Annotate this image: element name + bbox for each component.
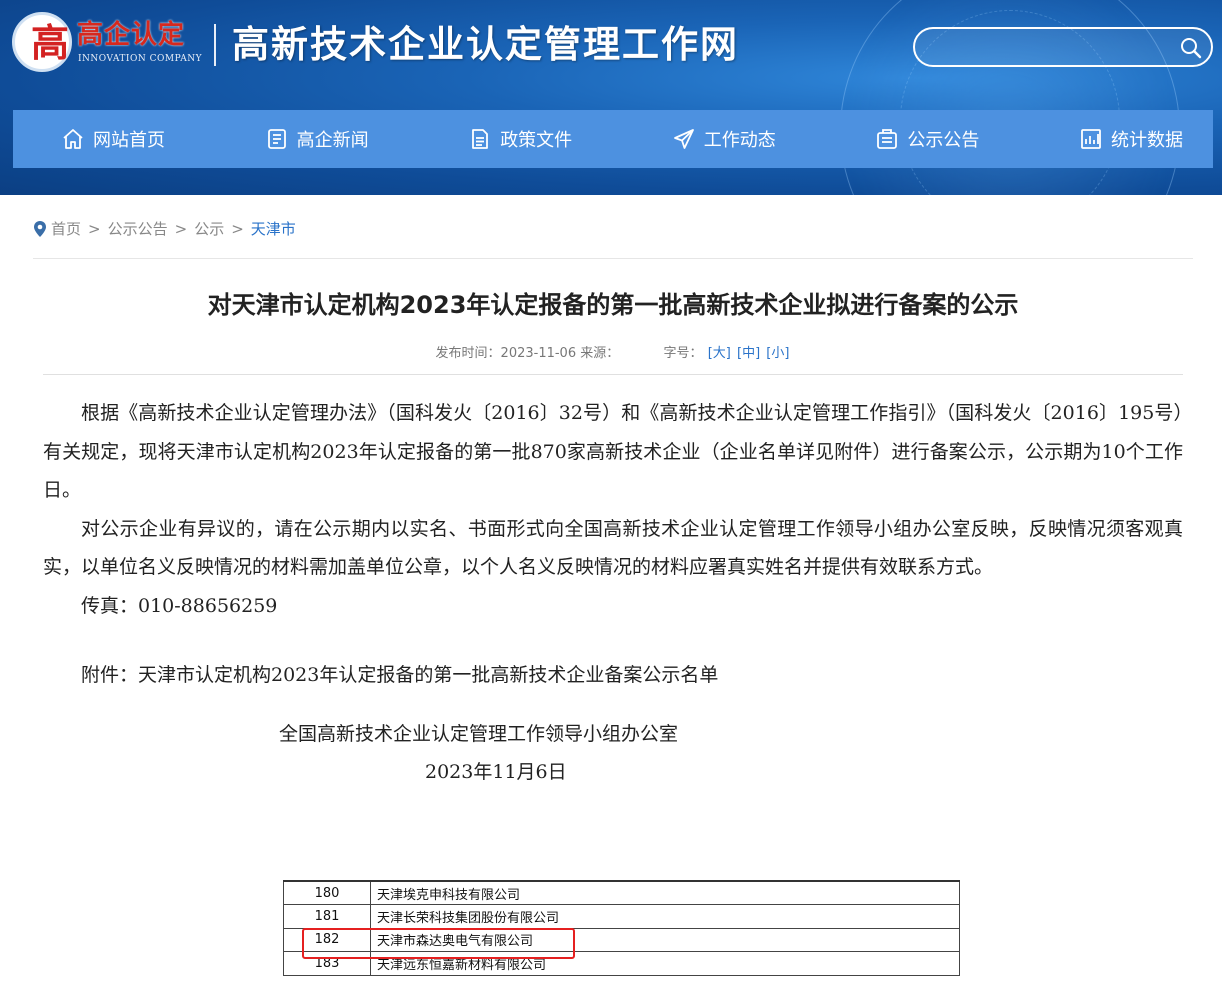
- source-label: 来源：: [580, 346, 620, 361]
- breadcrumb-home[interactable]: 首页: [51, 218, 81, 239]
- table-row: 180 天津埃克申科技有限公司: [283, 880, 960, 905]
- nav-item-work-updates[interactable]: 工作动态: [672, 110, 776, 168]
- logo-divider: [214, 24, 216, 66]
- signature-date: 2023年11月6日: [425, 761, 567, 783]
- breadcrumb: 首页 > 公示公告 > 公示 > 天津市: [33, 218, 296, 239]
- nav-item-news[interactable]: 高企新闻: [265, 110, 369, 168]
- logo-badge[interactable]: 高: [12, 12, 72, 72]
- content-card: 首页 > 公示公告 > 公示 > 天津市 对天津市认定机构2023年认定报备的第…: [13, 196, 1213, 856]
- title-divider: [43, 374, 1183, 375]
- nav-item-label: 高企新闻: [296, 130, 369, 151]
- breadcrumb-current[interactable]: 天津市: [251, 218, 296, 239]
- nav-item-label: 工作动态: [703, 130, 776, 151]
- article-paragraph: 对公示企业有异议的，请在公示期内以实名、书面形式向全国高新技术企业认定管理工作领…: [43, 517, 1183, 579]
- attachment-link[interactable]: 附件：天津市认定机构2023年认定报备的第一批高新技术企业备案公示名单: [43, 656, 1183, 695]
- company-name: 天津长荣科技集团股份有限公司: [370, 904, 960, 929]
- logo-subtitle: INNOVATION COMPANY: [78, 54, 203, 64]
- chart-icon: [1081, 129, 1101, 149]
- search-box[interactable]: [913, 27, 1213, 67]
- announcement-icon: [877, 129, 898, 149]
- document-icon: [472, 129, 489, 149]
- nav-item-home[interactable]: 网站首页: [61, 110, 165, 168]
- publish-date: 发布时间：2023-11-06: [435, 346, 577, 361]
- row-number: 180: [283, 880, 371, 905]
- breadcrumb-separator: >: [88, 219, 101, 238]
- highlight-box: [302, 928, 575, 959]
- fax-line: 传真：010-88656259: [81, 594, 278, 617]
- logo-text[interactable]: 高企认定: [77, 20, 185, 50]
- row-number: 181: [283, 904, 371, 929]
- signature-organization: 全国高新技术企业认定管理工作领导小组办公室: [279, 722, 679, 745]
- article-meta: 发布时间：2023-11-06 来源： 字号： [大] [中] [小]: [13, 342, 1213, 361]
- breadcrumb-divider: [33, 258, 1193, 259]
- news-icon: [267, 129, 286, 149]
- font-size-medium-button[interactable]: [中]: [737, 346, 760, 361]
- search-input[interactable]: [929, 35, 1169, 59]
- article-paragraph: 根据《高新技术企业认定管理办法》（国科发火〔2016〕32号）和《高新技术企业认…: [43, 402, 1183, 501]
- nav-item-statistics[interactable]: 统计数据: [1079, 110, 1183, 168]
- location-pin-icon: [34, 220, 46, 237]
- nav-item-label: 统计数据: [1110, 130, 1183, 151]
- breadcrumb-notice[interactable]: 公示: [194, 218, 224, 239]
- send-icon: [673, 129, 694, 149]
- logo-mark: 高: [31, 20, 70, 65]
- table-row: 181 天津长荣科技集团股份有限公司: [283, 904, 960, 929]
- font-size-large-button[interactable]: [大]: [708, 346, 731, 361]
- nav-item-policy[interactable]: 政策文件: [468, 110, 572, 168]
- site-title: 高新技术企业认定管理工作网: [232, 22, 739, 66]
- company-name: 天津埃克申科技有限公司: [370, 880, 960, 905]
- breadcrumb-separator: >: [231, 219, 244, 238]
- search-icon[interactable]: [1179, 36, 1203, 60]
- article-body: 根据《高新技术企业认定管理办法》（国科发火〔2016〕32号）和《高新技术企业认…: [43, 394, 1183, 792]
- article-title: 对天津市认定机构2023年认定报备的第一批高新技术企业拟进行备案的公示: [207, 291, 1019, 319]
- nav-item-label: 公示公告: [907, 130, 980, 151]
- breadcrumb-announcements[interactable]: 公示公告: [108, 218, 168, 239]
- font-size-label: 字号：: [663, 346, 703, 361]
- main-nav: 网站首页 高企新闻 政策文件 工作动态 公示公告 统计数据: [13, 110, 1213, 168]
- nav-item-announcements[interactable]: 公示公告: [875, 110, 979, 168]
- nav-item-label: 政策文件: [500, 130, 573, 151]
- nav-item-label: 网站首页: [93, 130, 165, 151]
- home-icon: [63, 129, 83, 149]
- font-size-small-button[interactable]: [小]: [766, 346, 789, 361]
- breadcrumb-separator: >: [174, 219, 188, 238]
